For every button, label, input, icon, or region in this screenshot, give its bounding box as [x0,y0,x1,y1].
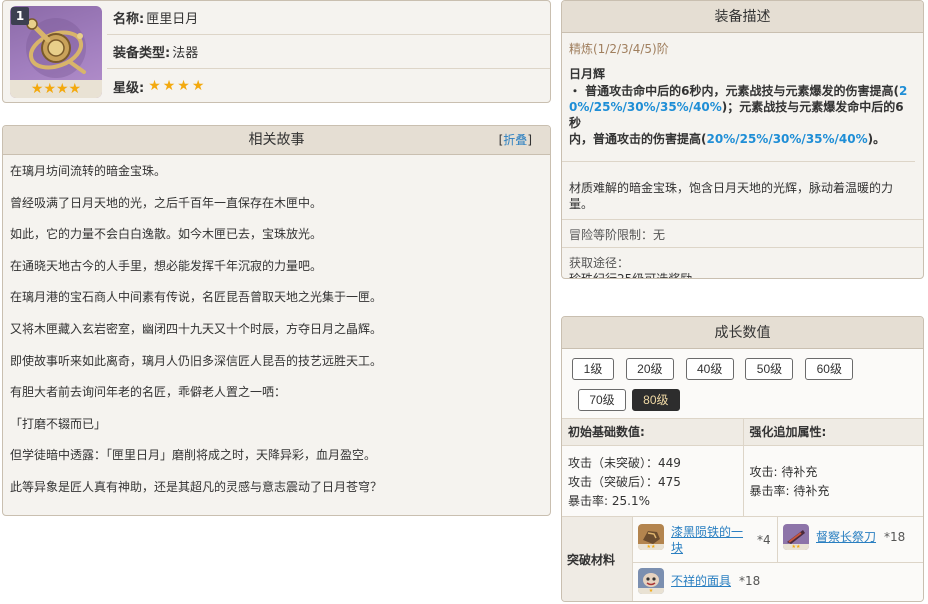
skill-description: ・ 普通攻击命中后的6秒内，元素战技与元素爆发的伤害提高(2 0%/25%/30… [569,83,908,147]
base-stat-line: 攻击（突破后）：475 [568,475,681,489]
fold-toggle: [折叠] [499,126,532,154]
bonus-stats-title: 强化追加属性: [743,419,923,446]
story-paragraph: 有胆大者前去询问年老的名匠，乖僻老人置之一哂： [10,385,287,400]
base-stats-title: 初始基础数值: [562,419,743,446]
skill-text-part: 内，普通攻击的伤害提高( [569,132,707,146]
material-qty: *18 [884,530,906,544]
bonus-stats: 强化追加属性: 攻击: 待补充 暴击率: 待补充 [742,419,923,516]
obtain-value: 珍珠纪行25级可选奖励 [569,272,693,279]
material-qty: *18 [739,574,761,588]
bonus-stat-line: 暴击率: 待补充 [749,484,830,498]
item-info-panel: 1 ★★★★ 名称: 匣里日月 装备类型: 法器 星级: ★★★★ [2,0,551,103]
description-title: 装备描述 [714,9,771,25]
description-header: 装备描述 [562,1,923,33]
bonus-stat-line: 攻击: 待补充 [749,465,818,479]
level-button-60[interactable]: 60级 [805,358,854,380]
growth-title: 成长数值 [714,325,771,341]
base-stat-line: 攻击（未突破）：449 [568,456,681,470]
fold-link[interactable]: 折叠 [503,133,527,147]
description-panel: 装备描述 精炼(1/2/3/4/5)阶 日月辉 ・ 普通攻击命中后的6秒内，元素… [561,0,924,279]
level-button-80[interactable]: 80级 [631,389,680,411]
rank-limit: 冒险等阶限制：无 [562,220,923,248]
story-paragraph: 在通晓天地古今的人手里，想必能发挥千年沉寂的力量吧。 [10,258,323,273]
ritual-blade-icon: ★★ [783,524,809,550]
story-header: 相关故事 [折叠] [3,126,550,155]
name-row: 名称: 匣里日月 [107,1,550,35]
ascension-materials: 突破材料 ★★ 漆黑陨铁的一块 *4 ★★ 督察长祭刀 *18 ★ 不祥的面具 … [562,516,923,601]
level-button-40[interactable]: 40级 [685,358,734,380]
type-row: 装备类型: 法器 [107,35,550,69]
card-rarity-stars: ★★★★ [10,80,102,98]
refine-badge: 1 [11,7,29,25]
story-paragraph: 又将木匣藏入玄岩密室，幽闭四十九天又十个时辰，方夺日月之晶辉。 [10,321,383,336]
story-paragraph: 「打磨不辍而已」 [10,416,107,431]
skill-text-part: ・ 普通攻击命中后的6秒内，元素战技与元素爆发的伤害提高( [569,84,900,98]
level-button-70[interactable]: 70级 [578,389,626,411]
story-paragraph: 曾经吸满了日月天地的光，之后千百年一直保存在木匣中。 [10,195,323,210]
level-button-50[interactable]: 50级 [745,358,794,380]
rarity-label: 星级: [113,80,145,96]
story-body: 在璃月坊间流转的暗金宝珠。 曾经吸满了日月天地的光，之后千百年一直保存在木匣中。… [3,155,550,515]
material-item: ★ 不祥的面具 *18 [638,568,760,594]
growth-header: 成长数值 [562,317,923,349]
fold-bracket-close: ] [527,133,532,147]
material-link[interactable]: 不祥的面具 [671,573,731,589]
level-button-1[interactable]: 1级 [572,358,614,380]
skill-text-part: )。 [867,132,886,146]
base-stat-line: 暴击率: 25.1% [568,494,650,508]
weapon-name: 匣里日月 [146,12,199,27]
weapon-card: 1 ★★★★ [10,6,102,98]
rarity-stars: ★★★★ [148,78,207,94]
meteorite-icon: ★★ [638,524,664,550]
refinement-label: 精炼(1/2/3/4/5)阶 [569,42,669,56]
rarity-row: 星级: ★★★★ [107,69,550,102]
material-link[interactable]: 漆黑陨铁的一块 [671,525,743,555]
material-item: ★★ 督察长祭刀 *18 [783,524,905,550]
skill-value-highlight: 0%/25%/30%/35%/40% [569,100,722,114]
material-qty: *4 [757,533,771,547]
name-label: 名称: [113,12,145,27]
skill-value-highlight: 20%/25%/30%/35%/40% [706,132,868,146]
base-stats: 初始基础数值: 攻击（未突破）：449 攻击（突破后）：475 暴击率: 25.… [562,419,743,516]
story-paragraph: 但学徒暗中透露：「匣里日月」磨削将成之时，天降异彩，血月盈空。 [10,448,377,463]
material-link[interactable]: 督察长祭刀 [816,529,876,545]
stat-grid: 初始基础数值: 攻击（未突破）：449 攻击（突破后）：475 暴击率: 25.… [562,418,923,516]
level-button-20[interactable]: 20级 [625,358,674,380]
mask-icon: ★ [638,568,664,594]
material-name-part: 漆黑陨铁的一 [671,525,744,539]
flavor-text: 材质难解的暗金宝珠，饱含日月天地的光辉，脉动着温暖的力量。 [562,162,923,220]
story-paragraph: 如此，它的力量不会白白逸散。如今木匣已去，宝珠放光。 [10,227,323,242]
passive-skill: 日月辉 ・ 普通攻击命中后的6秒内，元素战技与元素爆发的伤害提高(2 0%/25… [562,61,915,162]
obtain-label: 获取途径： [569,256,630,270]
story-paragraph: 即使故事听来如此离奇，璃月人仍旧多深信匠人昆吾的技艺远胜天工。 [10,353,383,368]
type-label: 装备类型: [113,46,171,61]
story-paragraph: 在璃月港的宝石商人中间素有传说，名匠昆吾曾取天地之光集于一匣。 [10,290,383,305]
story-paragraph: 此等异象是匠人真有神助，还是其超凡的灵感与意志震动了日月苍穹？ [10,479,383,494]
weapon-type: 法器 [172,46,199,61]
material-name-part: 块 [671,541,684,555]
material-item: ★★ 漆黑陨铁的一块 *4 [638,524,771,556]
story-title: 相关故事 [248,132,305,148]
growth-panel: 成长数值 1级 20级 40级 50级 60级 70级 80级 初始基础数值: … [561,316,924,602]
obtain-info: 获取途径： 珍珠纪行25级可选奖励 [562,248,923,279]
skill-name: 日月辉 [569,67,606,81]
story-panel: 相关故事 [折叠] 在璃月坊间流转的暗金宝珠。 曾经吸满了日月天地的光，之后千百… [2,125,551,516]
story-paragraph: 在璃月坊间流转的暗金宝珠。 [10,164,167,178]
skill-value-highlight: 2 [899,84,908,98]
materials-label: 突破材料 [562,517,633,601]
